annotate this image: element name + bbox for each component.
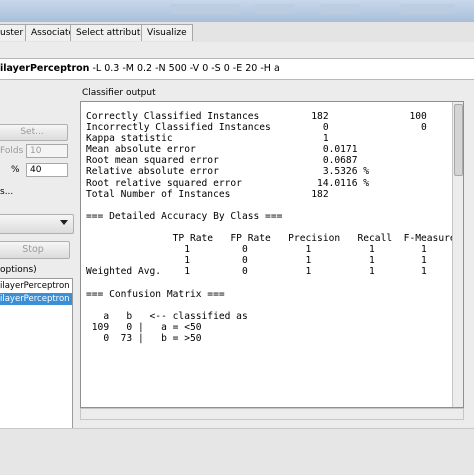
classifier-name: ilayerPerceptron — [0, 63, 90, 74]
percentage-split-input[interactable]: 40 — [26, 163, 68, 177]
title-blur — [320, 4, 360, 14]
output-line: 1 0 1 1 1 1 — [86, 244, 464, 256]
classifier-output-area[interactable]: Correctly Classified Instances 182 100 %… — [80, 101, 464, 408]
status-area — [0, 428, 474, 475]
title-blur — [255, 4, 295, 14]
window-title-bar — [0, 0, 474, 23]
tab-visualize[interactable]: Visualize — [141, 24, 193, 41]
output-line: a b <-- classified as — [86, 310, 248, 322]
output-line: === Confusion Matrix === — [86, 288, 225, 300]
result-list: ilayerPerceptron ilayerPerceptron — [0, 278, 73, 430]
horizontal-scrollbar[interactable] — [80, 408, 464, 420]
title-blur — [170, 4, 240, 14]
percent-label: % — [11, 165, 20, 175]
class-attribute-dropdown[interactable] — [0, 214, 74, 234]
output-line: === Detailed Accuracy By Class === — [86, 210, 283, 222]
chevron-down-icon — [60, 220, 68, 225]
output-line: Correctly Classified Instances 182 100 % — [86, 111, 464, 122]
set-button[interactable]: Set... — [0, 124, 68, 141]
result-list-item-selected[interactable]: ilayerPerceptron — [0, 293, 72, 305]
result-list-header: options) — [0, 265, 37, 275]
classifier-output-text: Correctly Classified Instances 182 100 %… — [86, 111, 464, 344]
output-line: Root mean squared error 0.0687 — [86, 155, 358, 167]
vertical-scrollbar[interactable] — [452, 102, 463, 407]
result-list-item[interactable]: ilayerPerceptron — [0, 280, 72, 292]
output-line: Incorrectly Classified Instances 0 0 % — [86, 122, 464, 134]
tab-strip: uster Associate Select attributes Visual… — [0, 22, 474, 43]
output-line: TP Rate FP Rate Precision Recall F-Measu… — [86, 233, 464, 245]
classifier-scheme-field[interactable]: ilayerPerceptron -L 0.3 -M 0.2 -N 500 -V… — [0, 58, 474, 80]
output-line: Total Number of Instances 182 — [86, 188, 329, 200]
stop-button[interactable]: Stop — [0, 241, 70, 259]
classifier-output-label: Classifier output — [82, 88, 156, 98]
folds-label: Folds — [0, 146, 24, 156]
output-line: Weighted Avg. 1 0 1 1 1 1 — [86, 266, 464, 278]
output-line: Mean absolute error 0.0171 — [86, 144, 358, 156]
output-line: Root relative squared error 14.0116 % — [86, 177, 370, 189]
output-line: 0 73 | b = >50 — [86, 332, 202, 344]
title-blur — [400, 4, 455, 14]
more-options-label: s... — [0, 187, 14, 197]
output-line: Kappa statistic 1 — [86, 133, 329, 145]
output-line: Relative absolute error 3.5326 % — [86, 166, 370, 178]
output-line: 1 0 1 1 1 1 — [86, 255, 464, 267]
output-line: 109 0 | a = <50 — [86, 321, 202, 333]
classifier-options: -L 0.3 -M 0.2 -N 500 -V 0 -S 0 -E 20 -H … — [89, 63, 280, 74]
folds-input[interactable]: 10 — [26, 144, 68, 158]
scrollbar-thumb[interactable] — [454, 104, 463, 176]
